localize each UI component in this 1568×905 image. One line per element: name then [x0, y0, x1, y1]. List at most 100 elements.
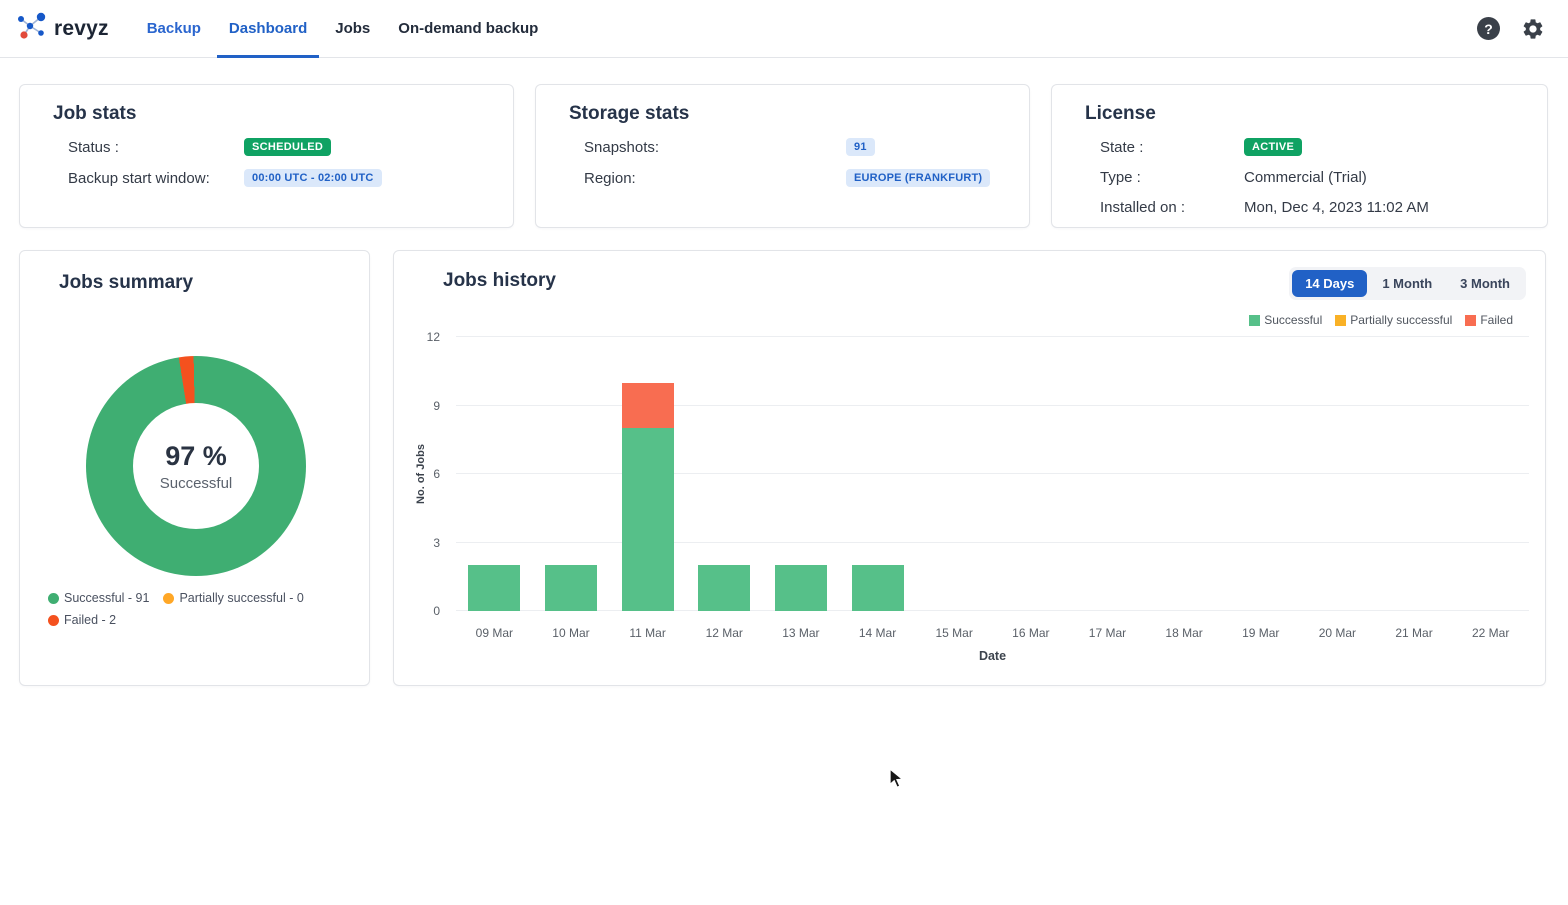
bar-16-mar[interactable] [1005, 337, 1057, 611]
license-title: License [1085, 103, 1547, 125]
range-button-14-days[interactable]: 14 Days [1292, 270, 1367, 297]
gridline [456, 542, 1529, 543]
gear-icon[interactable] [1520, 16, 1546, 42]
donut-hole: 97 % Successful [133, 403, 259, 529]
status-label: Status : [68, 139, 244, 156]
backup-window-label: Backup start window: [68, 170, 244, 187]
chart-legend-label: Failed [1480, 313, 1513, 327]
bar-22-mar[interactable] [1465, 337, 1517, 611]
jobs-summary-legend: Successful - 91Partially successful - 0F… [48, 591, 353, 627]
success-percent: 97 % [165, 441, 227, 472]
help-icon[interactable]: ? [1477, 17, 1500, 40]
bar-plot [456, 337, 1529, 611]
legend-item-failed-2: Failed - 2 [48, 613, 116, 627]
x-axis-title: Date [456, 649, 1529, 663]
x-tick-label: 15 Mar [916, 626, 993, 640]
legend-dot-icon [48, 593, 59, 604]
x-tick-label: 12 Mar [686, 626, 763, 640]
nav-item-backup[interactable]: Backup [133, 0, 215, 58]
bar-21-mar[interactable] [1388, 337, 1440, 611]
legend-square-icon [1335, 315, 1346, 326]
snapshots-badge: 91 [846, 138, 875, 156]
bar-segment-successful [775, 565, 827, 611]
legend-label: Failed - 2 [64, 613, 116, 627]
range-button-3-month[interactable]: 3 Month [1447, 270, 1523, 297]
jobs-history-card: Jobs history 14 Days1 Month3 Month Succe… [393, 250, 1546, 686]
legend-square-icon [1249, 315, 1260, 326]
bar-09-mar[interactable] [468, 337, 520, 611]
license-type-label: Type : [1100, 169, 1244, 186]
gridline [456, 336, 1529, 337]
snapshots-label: Snapshots: [584, 139, 846, 156]
gridline [456, 405, 1529, 406]
bar-segment-successful [545, 565, 597, 611]
legend-dot-icon [48, 615, 59, 626]
gridline [456, 610, 1529, 611]
region-label: Region: [584, 170, 846, 187]
success-percent-caption: Successful [160, 475, 233, 492]
bar-15-mar[interactable] [928, 337, 980, 611]
bar-segment-successful [622, 428, 674, 611]
jobs-history-legend: Successful Partially successful Failed [1249, 313, 1513, 327]
bar-12-mar[interactable] [698, 337, 750, 611]
license-state-label: State : [1100, 139, 1244, 156]
bar-segment-successful [852, 565, 904, 611]
storage-stats-card: Storage stats Snapshots: 91 Region: EURO… [535, 84, 1030, 228]
nav-item-dashboard[interactable]: Dashboard [215, 0, 321, 58]
revyz-logo-icon [14, 8, 50, 49]
jobs-summary-title: Jobs summary [59, 272, 193, 294]
legend-square-icon [1465, 315, 1476, 326]
bar-19-mar[interactable] [1235, 337, 1287, 611]
x-tick-label: 20 Mar [1299, 626, 1376, 640]
y-tick-label: 6 [433, 467, 440, 481]
brand-name: revyz [54, 17, 109, 41]
legend-dot-icon [163, 593, 174, 604]
brand[interactable]: revyz [14, 8, 109, 49]
x-tick-label: 22 Mar [1452, 626, 1529, 640]
chart-legend-label: Successful [1264, 313, 1322, 327]
y-tick-label: 3 [433, 536, 440, 550]
x-tick-label: 17 Mar [1069, 626, 1146, 640]
snapshots-row: Snapshots: 91 [584, 138, 1029, 156]
nav-item-on-demand-backup[interactable]: On-demand backup [384, 0, 552, 58]
bar-14-mar[interactable] [852, 337, 904, 611]
job-stats-title: Job stats [53, 103, 513, 125]
jobs-summary-donut-chart[interactable]: 97 % Successful [86, 356, 306, 576]
license-state-badge: ACTIVE [1244, 138, 1302, 156]
bar-11-mar[interactable] [622, 337, 674, 611]
nav-item-jobs[interactable]: Jobs [321, 0, 384, 58]
license-installed-row: Installed on : Mon, Dec 4, 2023 11:02 AM [1100, 199, 1547, 216]
bar-18-mar[interactable] [1158, 337, 1210, 611]
y-tick-label: 0 [433, 604, 440, 618]
y-tick-label: 12 [427, 330, 440, 344]
bar-10-mar[interactable] [545, 337, 597, 611]
x-tick-label: 10 Mar [533, 626, 610, 640]
license-type-row: Type : Commercial (Trial) [1100, 169, 1547, 186]
status-row: Status : SCHEDULED [68, 138, 513, 156]
bar-20-mar[interactable] [1311, 337, 1363, 611]
backup-window-badge: 00:00 UTC - 02:00 UTC [244, 169, 382, 187]
legend-item-successful-91: Successful - 91 [48, 591, 149, 605]
license-installed-value: Mon, Dec 4, 2023 11:02 AM [1244, 199, 1429, 216]
chart-legend-partially-successful: Partially successful [1335, 313, 1452, 327]
bar-13-mar[interactable] [775, 337, 827, 611]
chart-legend-successful: Successful [1249, 313, 1322, 327]
x-tick-label: 14 Mar [839, 626, 916, 640]
chart-legend-failed: Failed [1465, 313, 1513, 327]
license-installed-label: Installed on : [1100, 199, 1244, 216]
job-stats-card: Job stats Status : SCHEDULED Backup star… [19, 84, 514, 228]
x-tick-label: 11 Mar [609, 626, 686, 640]
nav-right: ? [1477, 16, 1546, 42]
bar-17-mar[interactable] [1081, 337, 1133, 611]
dashboard-page: revyz BackupDashboardJobsOn-demand backu… [0, 0, 1568, 905]
bar-segment-successful [468, 565, 520, 611]
region-badge: EUROPE (FRANKFURT) [846, 169, 990, 187]
region-row: Region: EUROPE (FRANKFURT) [584, 169, 1029, 187]
x-tick-label: 19 Mar [1222, 626, 1299, 640]
range-button-1-month[interactable]: 1 Month [1369, 270, 1445, 297]
jobs-history-title: Jobs history [443, 270, 556, 292]
license-state-row: State : ACTIVE [1100, 138, 1547, 156]
license-type-value: Commercial (Trial) [1244, 169, 1367, 186]
chart-legend-label: Partially successful [1350, 313, 1452, 327]
status-badge: SCHEDULED [244, 138, 331, 156]
